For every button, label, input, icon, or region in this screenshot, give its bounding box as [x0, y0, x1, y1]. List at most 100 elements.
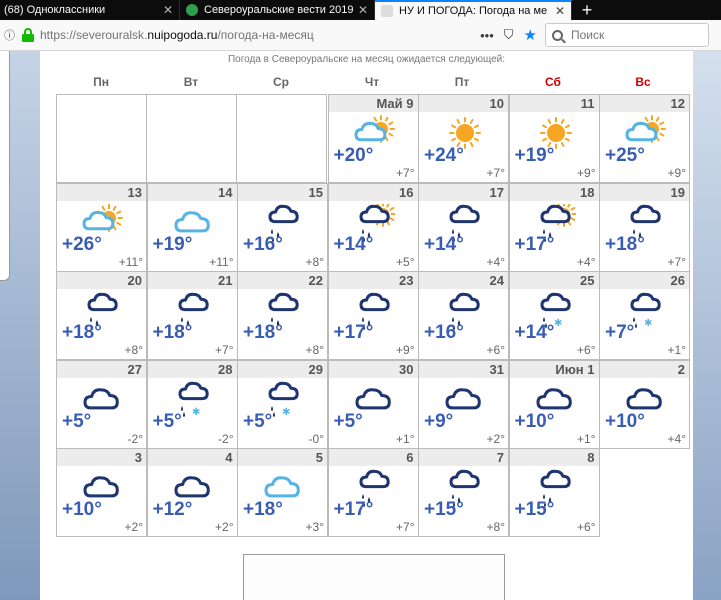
- tab-odnoklassniki[interactable]: (68) Одноклассники ✕: [0, 0, 180, 20]
- url-host: nuipogoda.ru: [147, 28, 218, 42]
- tab-label: НУ И ПОГОДА: Погода на ме: [399, 5, 548, 17]
- day-date: 20: [57, 272, 146, 289]
- pocket-icon[interactable]: ⛉: [504, 27, 514, 43]
- day-cell[interactable]: 14 +19° +11°: [146, 182, 238, 272]
- day-date: 18: [509, 183, 599, 201]
- day-cell[interactable]: 28 ✱ +5° -2°: [146, 359, 238, 449]
- tab-nuipogoda[interactable]: НУ И ПОГОДА: Погода на ме ✕: [375, 0, 572, 20]
- tab-label: Североуральские вести 2019: [204, 4, 354, 16]
- day-cell[interactable]: Май 9 +20° +7°: [327, 94, 419, 183]
- address-bar[interactable]: ⓘ https://severouralsk.nuipogoda.ru/пого…: [0, 22, 545, 48]
- day-cell[interactable]: 23 +17° +9°: [327, 271, 419, 360]
- search-input[interactable]: [571, 28, 701, 42]
- day-temperature: +19°: [514, 145, 555, 166]
- close-icon[interactable]: ✕: [358, 3, 368, 17]
- day-date: 14: [147, 183, 237, 201]
- weekday-tue: Вт: [183, 75, 199, 89]
- night-temperature: +8°: [305, 343, 324, 357]
- night-temperature: +9°: [577, 166, 596, 180]
- day-cell[interactable]: 27 +5° -2°: [56, 359, 147, 449]
- day-date: 3: [57, 449, 146, 466]
- more-actions-icon[interactable]: •••: [480, 28, 494, 43]
- day-temperature: +5°: [333, 410, 363, 432]
- day-date: 27: [57, 360, 146, 378]
- close-icon[interactable]: ✕: [163, 3, 173, 17]
- day-cell[interactable]: 18 +17° +4°: [508, 182, 600, 272]
- empty-cell: [236, 94, 327, 183]
- day-temperature: +26°: [62, 233, 102, 255]
- forecast-intro: Погода в Североуральске на месяц ожидает…: [227, 54, 505, 65]
- search-icon: [552, 29, 563, 41]
- url-path: /погода-на-месяц: [217, 28, 314, 42]
- weekday-fri: Пт: [454, 75, 470, 89]
- ad-box: [243, 554, 505, 600]
- night-temperature: +8°: [305, 254, 324, 269]
- side-panel-edge: [0, 51, 10, 281]
- day-date: 21: [147, 272, 237, 289]
- day-cell[interactable]: 12 +25° +9°: [599, 94, 690, 183]
- day-cell[interactable]: 17 +14° +4°: [418, 182, 509, 272]
- night-temperature: +4°: [486, 254, 505, 269]
- info-icon[interactable]: ⓘ: [4, 29, 16, 42]
- tab-severouralsk-vesti[interactable]: Североуральские вести 2019 ✕: [180, 0, 375, 20]
- day-cell[interactable]: 3 +10° +2°: [56, 448, 147, 537]
- day-cell[interactable]: 4 +12° +2°: [146, 448, 238, 537]
- day-cell[interactable]: 20 +18° +8°: [56, 271, 147, 360]
- night-temperature: +7°: [396, 520, 415, 534]
- night-temperature: -0°: [308, 431, 324, 446]
- day-cell[interactable]: 10 +24° +7°: [418, 94, 509, 183]
- night-temperature: +6°: [577, 343, 596, 357]
- page-actions: ••• ⛉ ★: [480, 26, 537, 44]
- night-temperature: +11°: [118, 254, 143, 269]
- day-temperature: +14°: [333, 233, 374, 255]
- day-temperature: +16°: [243, 233, 283, 255]
- day-temperature: +19°: [152, 233, 193, 255]
- day-date: 29: [238, 360, 327, 378]
- day-cell[interactable]: 11 +19° +9°: [508, 94, 600, 183]
- day-cell[interactable]: 16 +14° +5°: [327, 182, 419, 272]
- bookmark-star-icon[interactable]: ★: [524, 26, 537, 44]
- day-temperature: +10°: [62, 499, 102, 520]
- day-cell[interactable]: 7 +15° +8°: [418, 448, 509, 537]
- day-cell[interactable]: 2 +10° +4°: [599, 359, 690, 449]
- night-temperature: +7°: [396, 166, 415, 180]
- svg-text:✱: ✱: [554, 318, 562, 329]
- day-cell[interactable]: 13 +26° +11°: [56, 182, 147, 272]
- main-content: Погода в Североуральске на месяц ожидает…: [40, 51, 693, 600]
- day-cell[interactable]: Июн 1 +10° +1°: [508, 359, 600, 449]
- day-cell[interactable]: 5 +18° +3°: [237, 448, 328, 537]
- lock-icon[interactable]: [22, 28, 34, 42]
- close-icon[interactable]: ✕: [555, 4, 565, 18]
- night-temperature: +8°: [124, 343, 143, 357]
- night-temperature: -2°: [218, 431, 234, 446]
- day-date: 2: [600, 360, 689, 378]
- url-text[interactable]: https://severouralsk.nuipogoda.ru/погода…: [40, 28, 314, 42]
- day-temperature: +20°: [333, 145, 374, 166]
- day-cell[interactable]: 19 +18° +7°: [599, 182, 690, 272]
- day-temperature: +14°: [424, 233, 464, 255]
- night-temperature: +4°: [667, 431, 686, 446]
- day-temperature: +15°: [424, 499, 464, 520]
- day-cell[interactable]: 15 +16° +8°: [237, 182, 328, 272]
- day-cell[interactable]: 21 +18° +7°: [146, 271, 238, 360]
- new-tab-button[interactable]: +: [572, 0, 602, 20]
- day-cell[interactable]: 25 ✱ +14° +6°: [508, 271, 600, 360]
- day-cell[interactable]: 6 +17° +7°: [327, 448, 419, 537]
- day-cell[interactable]: 30 +5° +1°: [327, 359, 419, 449]
- day-cell[interactable]: 24 +16° +6°: [418, 271, 509, 360]
- night-temperature: +8°: [486, 520, 505, 534]
- day-temperature: +10°: [605, 410, 645, 432]
- night-temperature: +7°: [215, 343, 234, 357]
- night-temperature: +5°: [396, 254, 415, 269]
- day-cell[interactable]: 22 +18° +8°: [237, 271, 328, 360]
- day-temperature: +17°: [333, 322, 374, 343]
- day-cell[interactable]: 29 ✱ +5° -0°: [237, 359, 328, 449]
- day-cell[interactable]: 26 ✱ +7° +1°: [599, 271, 690, 360]
- day-cell[interactable]: 31 +9° +2°: [418, 359, 509, 449]
- night-temperature: +3°: [305, 520, 324, 534]
- weekday-mon: Пн: [93, 75, 109, 89]
- search-box[interactable]: [545, 23, 709, 47]
- day-cell[interactable]: 8 +15° +6°: [508, 448, 600, 537]
- day-temperature: +7°: [605, 322, 635, 343]
- day-temperature: +18°: [243, 499, 283, 520]
